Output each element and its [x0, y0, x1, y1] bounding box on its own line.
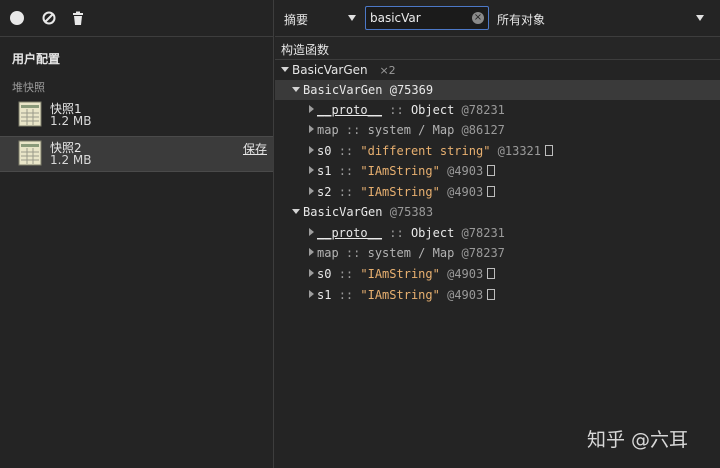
clear-icon[interactable]	[42, 11, 56, 25]
property-separator: ::	[389, 103, 404, 117]
class-filter[interactable]: ×	[365, 6, 489, 30]
instance-row[interactable]: BasicVarGen @75369	[275, 80, 720, 100]
snapshot-icon	[18, 101, 42, 127]
expand-arrow-icon[interactable]	[309, 125, 314, 133]
expand-arrow-icon[interactable]	[309, 228, 314, 236]
clear-filter-icon[interactable]: ×	[472, 12, 484, 24]
object-id: @13321	[497, 144, 542, 158]
constructor-group-row[interactable]: BasicVarGen ×2	[275, 60, 720, 80]
property-key: map	[317, 123, 339, 137]
profiles-sidebar: 用户配置 堆快照 快照1 1.2 MB 快照2 1.2 MB 保存	[0, 0, 274, 468]
expand-arrow-icon[interactable]	[309, 187, 314, 195]
reveal-icon[interactable]	[487, 186, 496, 197]
profiles-heading: 用户配置	[12, 52, 61, 66]
reveal-icon[interactable]	[487, 268, 496, 279]
record-icon[interactable]	[10, 11, 24, 25]
property-separator: ::	[345, 246, 361, 260]
reveal-icon[interactable]	[487, 289, 496, 300]
property-key: s0	[317, 267, 332, 281]
class-filter-input[interactable]	[370, 11, 466, 25]
chevron-down-icon	[696, 15, 704, 21]
trash-icon[interactable]	[71, 11, 85, 25]
expand-arrow-icon[interactable]	[309, 290, 314, 298]
object-id: @4903	[447, 185, 484, 199]
property-value: "different string"	[360, 144, 491, 158]
property-key: __proto__	[317, 226, 383, 240]
property-separator: ::	[338, 267, 354, 281]
object-id: @78237	[461, 246, 505, 260]
property-row[interactable]: s0 :: "different string" @13321	[275, 141, 720, 161]
expand-arrow-icon[interactable]	[309, 269, 314, 277]
expand-arrow-icon[interactable]	[281, 67, 289, 72]
expand-arrow-icon[interactable]	[292, 87, 300, 92]
instance-name: BasicVarGen	[303, 205, 383, 219]
property-separator: ::	[338, 144, 354, 158]
object-id: @4903	[447, 267, 484, 281]
property-separator: ::	[338, 288, 354, 302]
snapshot-item-1[interactable]: 快照1 1.2 MB	[0, 98, 273, 132]
objects-select[interactable]: 所有对象	[491, 0, 720, 36]
object-id: @78231	[461, 103, 505, 117]
instance-id: @75383	[389, 205, 434, 219]
property-row[interactable]: map :: system / Map @78237	[275, 243, 720, 263]
property-value: "IAmString"	[360, 164, 440, 178]
instance-row[interactable]: BasicVarGen @75383	[275, 202, 720, 222]
expand-arrow-icon[interactable]	[309, 146, 314, 154]
property-value: "IAmString"	[360, 288, 440, 302]
property-value: system / Map	[367, 246, 455, 260]
reveal-icon[interactable]	[545, 145, 554, 156]
object-id: @78231	[461, 226, 505, 240]
property-row[interactable]: map :: system / Map @86127	[275, 120, 720, 140]
property-key: __proto__	[317, 103, 383, 117]
watermark: 知乎 @六耳	[587, 429, 689, 451]
expand-arrow-icon[interactable]	[309, 248, 314, 256]
property-value: Object	[410, 103, 455, 117]
expand-arrow-icon[interactable]	[292, 209, 300, 214]
property-value: Object	[410, 226, 455, 240]
property-row[interactable]: s1 :: "IAmString" @4903	[275, 161, 720, 181]
heap-view: 摘要 × 所有对象 构造函数 BasicVarGen ×2 BasicVarGe…	[275, 0, 720, 468]
sidebar-toolbar	[0, 0, 273, 37]
property-row[interactable]: s2 :: "IAmString" @4903	[275, 182, 720, 202]
property-key: s0	[317, 144, 332, 158]
constructor-column-header[interactable]: 构造函数	[275, 37, 720, 60]
object-id: @4903	[447, 288, 484, 302]
chevron-down-icon	[348, 15, 356, 21]
snapshot-icon	[18, 140, 42, 166]
view-select[interactable]: 摘要	[275, 0, 361, 36]
property-value: "IAmString"	[360, 267, 440, 281]
snapshot-size: 1.2 MB	[50, 153, 92, 167]
snapshot-item-2[interactable]: 快照2 1.2 MB 保存	[0, 136, 273, 172]
instance-id: @75369	[389, 83, 434, 97]
view-select-value: 摘要	[284, 13, 309, 27]
snapshot-size: 1.2 MB	[50, 114, 92, 128]
reveal-icon[interactable]	[487, 165, 496, 176]
heap-snapshots-heading: 堆快照	[12, 81, 45, 94]
property-separator: ::	[338, 185, 354, 199]
property-key: map	[317, 246, 339, 260]
property-key: s1	[317, 288, 332, 302]
property-value: system / Map	[367, 123, 455, 137]
property-separator: ::	[345, 123, 361, 137]
property-row[interactable]: s0 :: "IAmString" @4903	[275, 264, 720, 284]
instance-count: ×2	[379, 64, 396, 77]
save-snapshot-link[interactable]: 保存	[243, 140, 267, 157]
property-key: s2	[317, 185, 332, 199]
heap-toolbar: 摘要 × 所有对象	[275, 0, 720, 37]
column-header-label: 构造函数	[281, 43, 330, 57]
expand-arrow-icon[interactable]	[309, 166, 314, 174]
objects-select-value: 所有对象	[497, 13, 546, 27]
constructor-name: BasicVarGen	[292, 63, 368, 77]
property-row[interactable]: __proto__ :: Object @78231	[275, 100, 720, 120]
object-id: @4903	[447, 164, 484, 178]
property-row[interactable]: s1 :: "IAmString" @4903	[275, 285, 720, 305]
property-key: s1	[317, 164, 332, 178]
property-row[interactable]: __proto__ :: Object @78231	[275, 223, 720, 243]
property-value: "IAmString"	[360, 185, 440, 199]
property-separator: ::	[338, 164, 354, 178]
object-id: @86127	[461, 123, 505, 137]
instance-name: BasicVarGen	[303, 83, 383, 97]
expand-arrow-icon[interactable]	[309, 105, 314, 113]
property-separator: ::	[389, 226, 404, 240]
